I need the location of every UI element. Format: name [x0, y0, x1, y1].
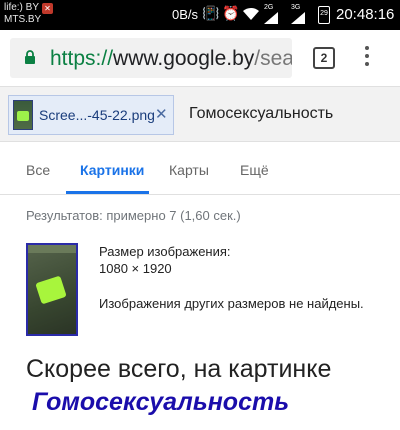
uploaded-image-thumbnail[interactable] [26, 243, 78, 336]
url-path: /searc [254, 47, 292, 70]
search-query[interactable]: Гомосексуальность [189, 105, 333, 123]
image-size-label: Размер изображения: [99, 244, 231, 259]
other-sizes-message: Изображения других размеров не найдены. [99, 296, 364, 311]
vibrate-icon: 📳 [202, 5, 220, 21]
network-speed: 0B/s [172, 7, 199, 22]
close-icon[interactable]: ✕ [155, 105, 168, 123]
url-host: www.google.by [113, 47, 255, 70]
status-bar: life:) BY MTS.BY ✕ 0B/s 📳 ⏰ 2G 3G 29 20:… [0, 0, 400, 30]
carrier-line-2: MTS.BY [4, 14, 42, 25]
signal-2g-label: 2G [264, 4, 274, 11]
search-tabs: Все Картинки Карты Ещё [0, 142, 400, 195]
clock: 20:48:16 [336, 6, 395, 23]
tab-all[interactable]: Все [26, 162, 50, 178]
results-count: Результатов: примерно 7 (1,60 сек.) [26, 208, 241, 223]
active-tab-indicator [66, 191, 149, 194]
search-image-chip[interactable]: Scree...-45-22.png ✕ [8, 95, 174, 135]
tab-maps[interactable]: Карты [169, 162, 209, 178]
wifi-icon [243, 7, 259, 20]
signal-1-icon [264, 12, 278, 24]
carrier-line-1: life:) BY [4, 2, 40, 13]
best-guess-link[interactable]: Гомосексуальность [32, 388, 289, 417]
search-image-filename: Scree...-45-22.png [39, 107, 155, 123]
signal-2-icon [291, 12, 305, 24]
search-image-thumbnail [13, 100, 33, 130]
alarm-icon: ⏰ [222, 5, 240, 21]
url-bar[interactable]: https://www.google.by/searc [10, 38, 292, 78]
best-guess-text: Скорее всего, на картинке [26, 355, 332, 383]
battery-level: 29 [320, 10, 328, 17]
signal-3g-label: 3G [291, 4, 301, 11]
url-scheme: https:// [50, 47, 114, 70]
overflow-menu-icon[interactable] [362, 46, 372, 70]
tab-more[interactable]: Ещё [240, 162, 269, 178]
tab-switcher-button[interactable]: 2 [313, 47, 335, 69]
tab-images[interactable]: Картинки [80, 162, 144, 178]
carrier-info: life:) BY MTS.BY [4, 2, 41, 26]
notification-app-icon: ✕ [42, 3, 53, 14]
lock-icon [25, 50, 35, 64]
browser-toolbar: https://www.google.by/searc 2 [0, 30, 400, 86]
search-box: Scree...-45-22.png ✕ Гомосексуальность [0, 86, 400, 142]
image-size-value: 1080 × 1920 [99, 261, 172, 276]
url-text: https://www.google.by/searc [50, 47, 292, 71]
